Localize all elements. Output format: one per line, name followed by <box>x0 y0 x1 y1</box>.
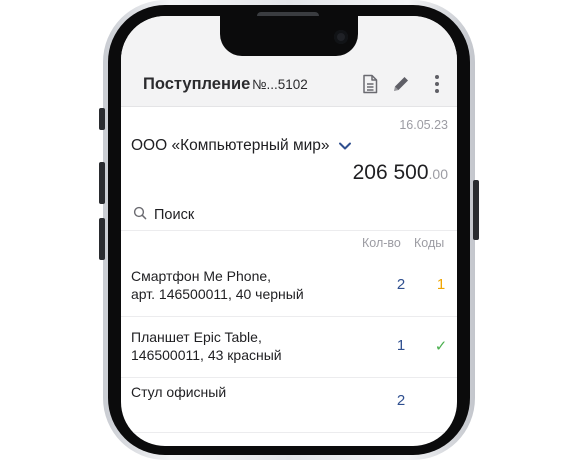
document-button[interactable] <box>357 71 383 97</box>
phone-side-button-power <box>473 180 479 240</box>
chevron-down-icon <box>338 142 351 150</box>
item-name: Планшет Epic Table, 146500011, 43 красны… <box>131 329 282 363</box>
column-header-qty: Кол-во <box>362 236 401 250</box>
page-title: Поступление <box>143 75 251 93</box>
more-vertical-icon <box>435 75 439 93</box>
phone-side-button-volume-down <box>99 218 105 260</box>
supplier-name: ООО «Компьютерный мир» <box>131 137 330 154</box>
list-item[interactable]: Стул офисный 2 <box>121 372 457 433</box>
list-item[interactable]: Планшет Epic Table, 146500011, 43 красны… <box>121 317 457 378</box>
app-header: Поступление №...5102 <box>121 68 457 107</box>
item-qty: 1 <box>396 337 406 354</box>
document-icon <box>363 74 378 94</box>
notch <box>220 16 358 56</box>
column-header-codes: Коды <box>414 236 445 250</box>
list-item[interactable]: Смартфон Me Phone, арт. 146500011, 40 че… <box>121 256 457 317</box>
edit-pencil-icon <box>394 77 408 91</box>
item-qty: 2 <box>396 276 406 293</box>
phone-side-button-volume-up <box>99 162 105 204</box>
document-total: 206 500.00 <box>353 161 448 185</box>
supplier-selector[interactable]: ООО «Компьютерный мир» <box>131 137 352 155</box>
item-codes-check-icon: ✓ <box>434 338 448 355</box>
search-icon <box>133 206 147 225</box>
document-number: №...5102 <box>252 77 308 92</box>
item-qty: 2 <box>396 392 406 409</box>
total-amount: 206 500 <box>352 161 429 184</box>
search-bar <box>121 200 457 231</box>
edit-button[interactable] <box>388 71 414 97</box>
search-input[interactable] <box>152 203 436 227</box>
item-codes: 1 <box>436 276 446 293</box>
phone-screen: Поступление №...5102 16.05.23 ООО «Компь… <box>121 16 457 446</box>
front-camera <box>334 30 348 44</box>
total-cents: .00 <box>428 166 448 182</box>
phone-side-button-mute <box>99 108 105 130</box>
document-date: 16.05.23 <box>399 118 448 132</box>
item-name: Стул офисный <box>131 384 227 400</box>
more-options-button[interactable] <box>424 71 450 97</box>
item-name: Смартфон Me Phone, арт. 146500011, 40 че… <box>131 268 304 302</box>
